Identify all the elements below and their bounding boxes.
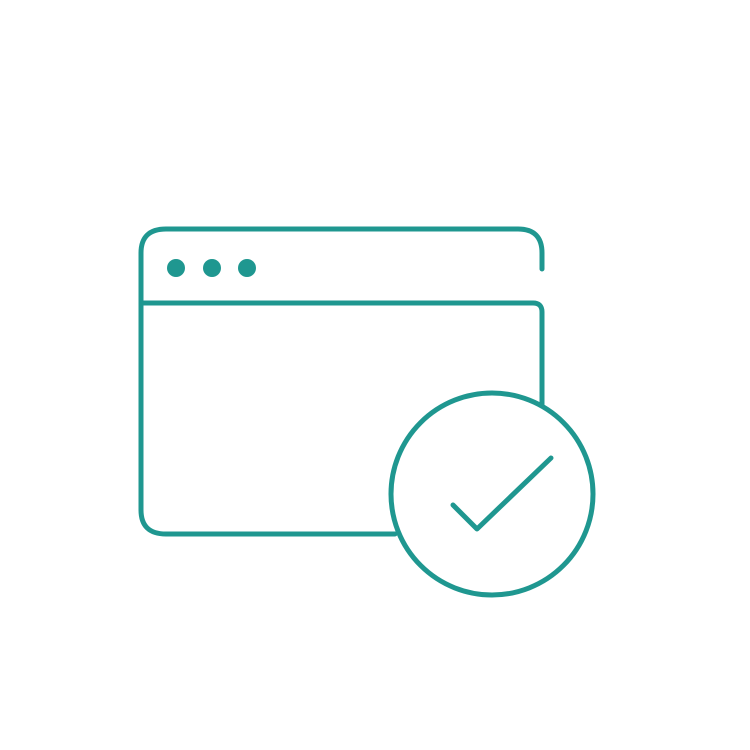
check-badge (388, 390, 596, 598)
browser-window-check-icon (138, 226, 596, 598)
window-controls (167, 259, 256, 277)
window-control-dot-icon (203, 259, 221, 277)
check-badge-circle (388, 390, 596, 598)
window-control-dot-icon (238, 259, 256, 277)
window-control-dot-icon (167, 259, 185, 277)
illustration-canvas (0, 0, 750, 750)
